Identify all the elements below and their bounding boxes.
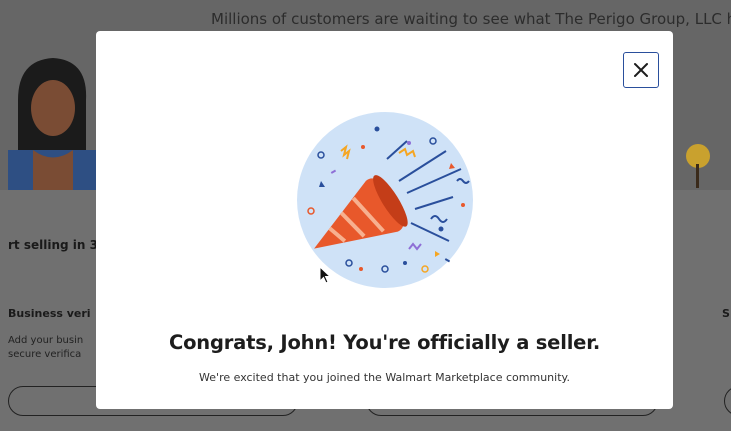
background-step-desc: Add your busin secure verifica [8, 334, 96, 362]
congrats-modal: Congrats, John! You're officially a sell… [96, 31, 673, 409]
background-right-letter: S [722, 307, 730, 320]
avatar-illustration [8, 58, 98, 190]
mouse-cursor-icon [319, 266, 332, 284]
modal-title: Congrats, John! You're officially a sell… [168, 331, 601, 354]
background-tagline: Millions of customers are waiting to see… [211, 10, 731, 28]
tree-icon [686, 144, 710, 188]
party-popper-icon [297, 112, 473, 288]
background-step-desc-line: secure verifica [8, 349, 82, 360]
close-button[interactable] [623, 52, 659, 88]
screen: Millions of customers are waiting to see… [0, 0, 731, 431]
background-step-title: Business veri [8, 307, 91, 320]
modal-subtitle: We're excited that you joined the Walmar… [199, 371, 570, 384]
background-step-desc-line: Add your busin [8, 335, 84, 346]
background-heading: rt selling in 3 [8, 238, 98, 252]
close-icon [634, 63, 648, 77]
